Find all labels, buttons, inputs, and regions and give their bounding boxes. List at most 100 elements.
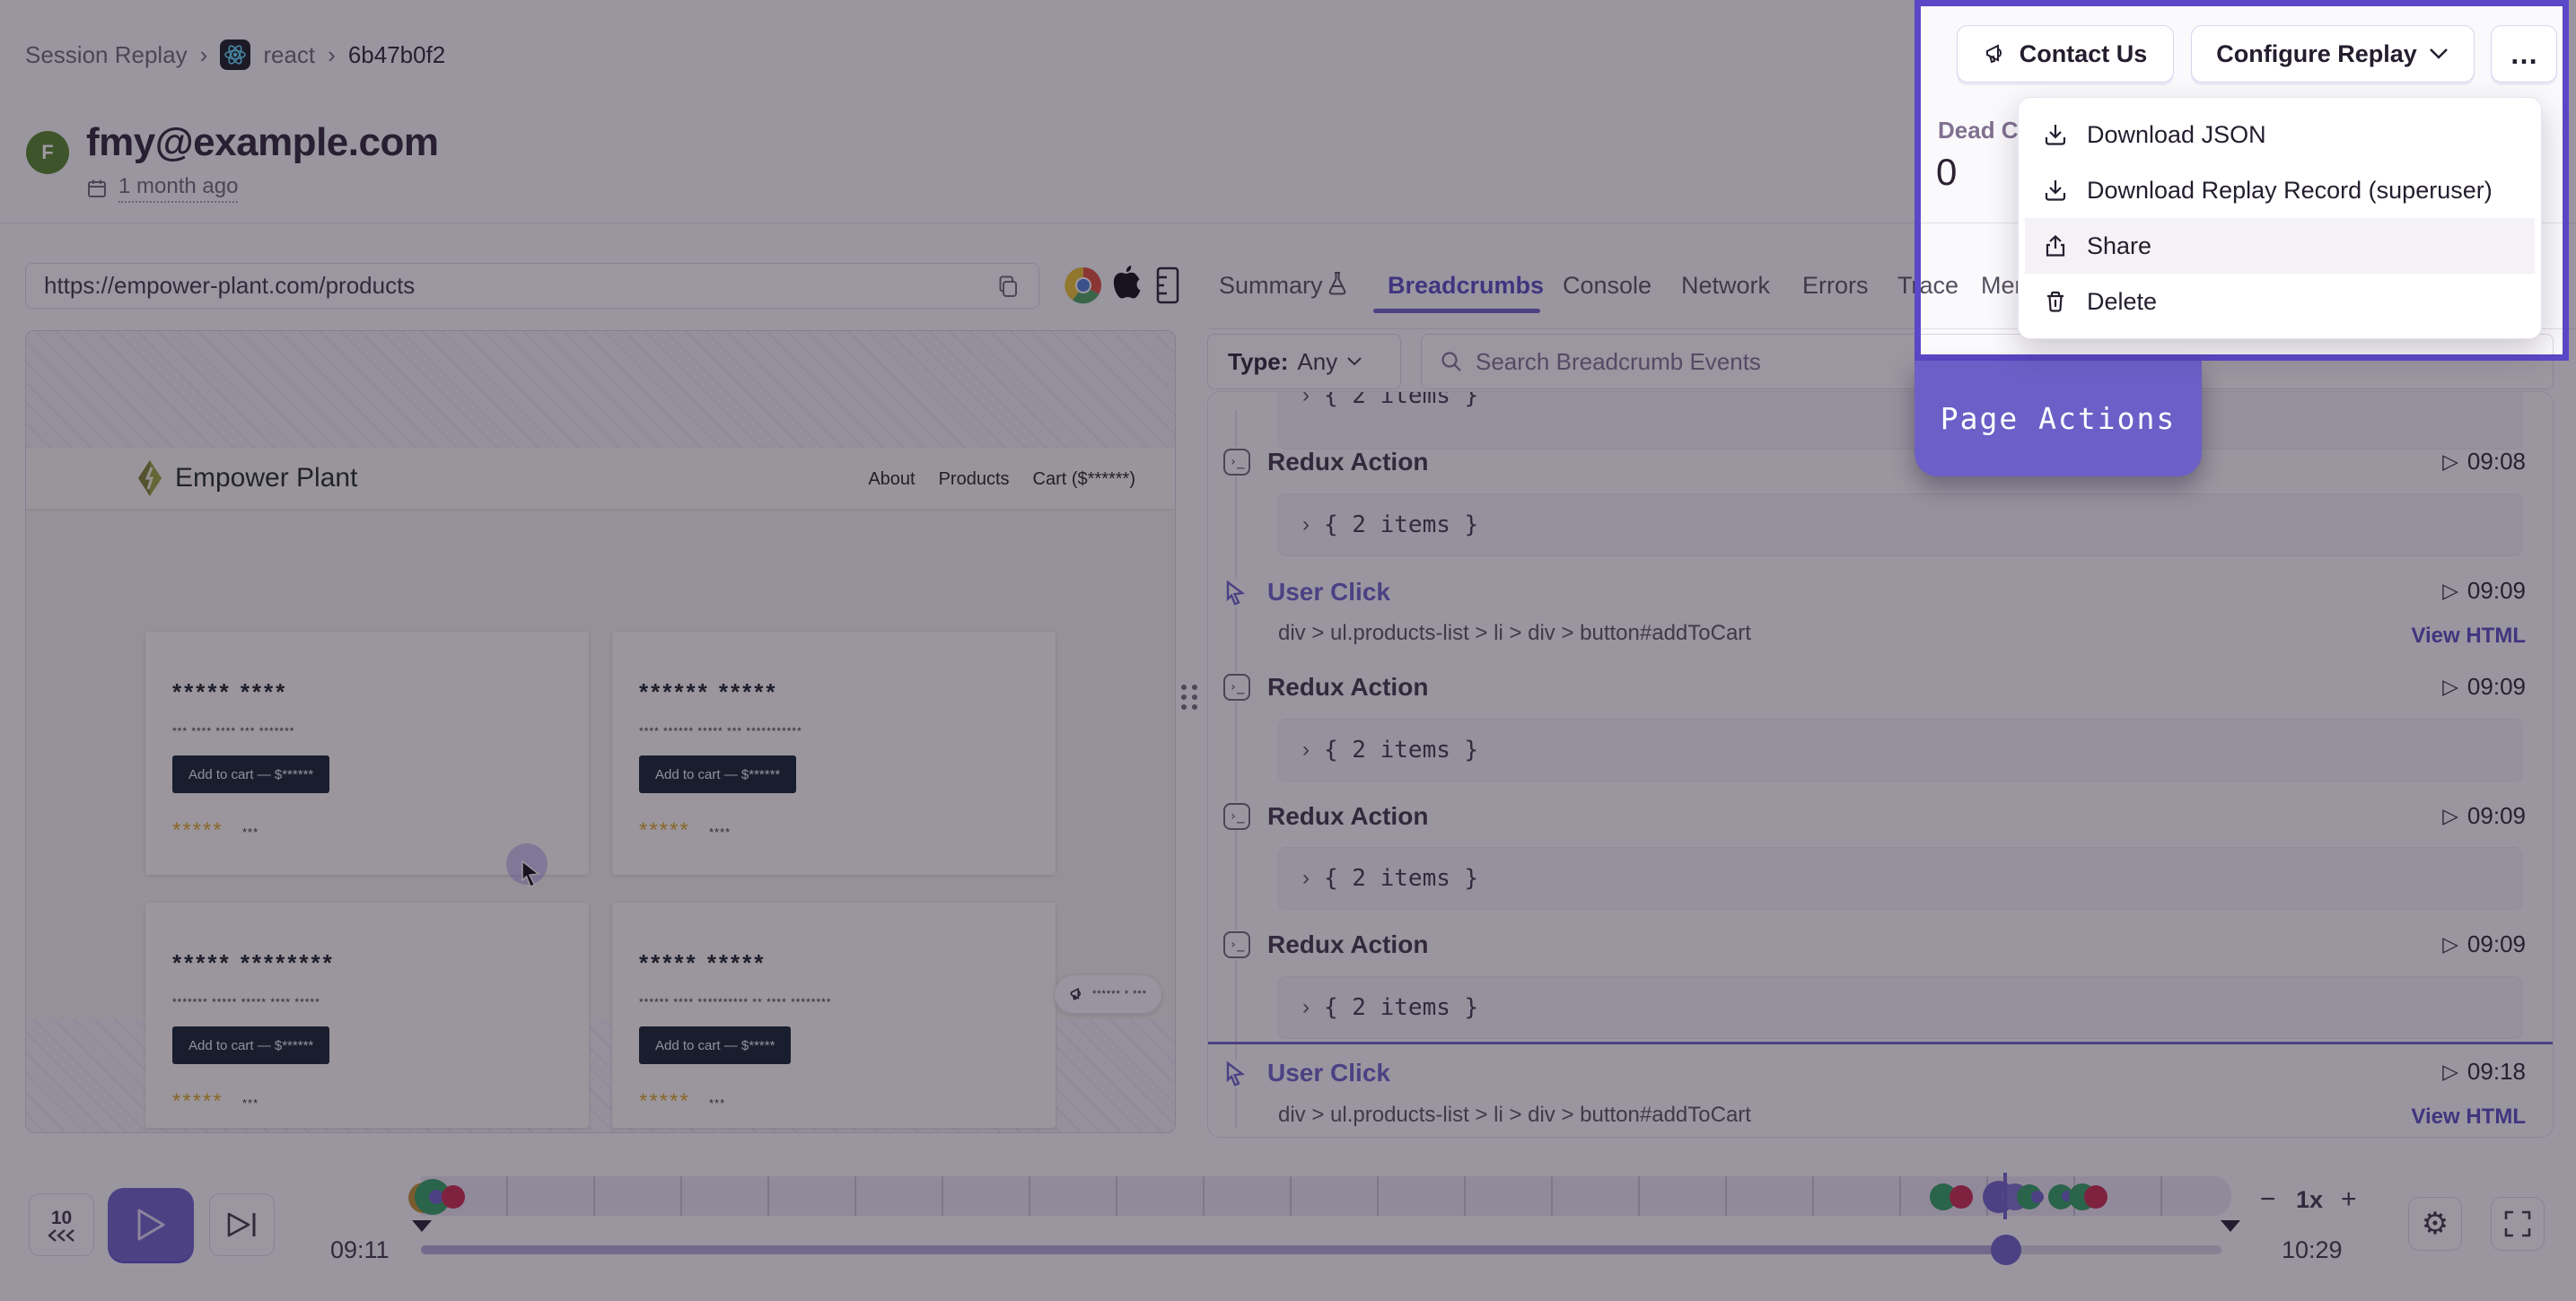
type-filter-dropdown[interactable]: Type: Any — [1207, 334, 1401, 389]
product-desc: *** **** **** *** ******* — [172, 725, 295, 738]
play-button[interactable] — [108, 1188, 194, 1262]
site-title: Empower Plant — [175, 463, 358, 493]
settings-button[interactable]: ⚙ — [2408, 1197, 2462, 1251]
event-code-block[interactable]: › { 2 items } — [1278, 493, 2522, 556]
viewport-size-icon — [1154, 266, 1181, 305]
breadcrumb: Session Replay › react › 6b47b0f2 — [25, 39, 445, 70]
play-from-here-icon[interactable]: ▷ — [2442, 450, 2458, 474]
event-title[interactable]: User Click — [1267, 1059, 1390, 1087]
next-breadcrumb-button[interactable] — [209, 1193, 275, 1256]
site-nav-products: Products — [938, 469, 1010, 489]
menu-item-download-json[interactable]: Download JSON — [2019, 107, 2541, 162]
share-icon — [2046, 235, 2065, 257]
product-desc: ****** **** ********** ** **** ******** — [639, 996, 832, 1008]
product-reviews: **** — [709, 825, 732, 839]
product-card: ***** ***** ****** **** ********** ** **… — [612, 903, 1056, 1128]
speed-value[interactable]: 1x — [2296, 1186, 2323, 1214]
product-stars: ***** — [172, 818, 223, 843]
event-timestamp[interactable]: ▷ 09:08 — [2442, 448, 2526, 476]
event-timestamp[interactable]: ▷ 09:09 — [2442, 802, 2526, 830]
add-to-cart-button: Add to cart — $***** — [639, 1026, 792, 1064]
timeline-event-dot[interactable] — [2084, 1185, 2107, 1209]
breadcrumb-separator: › — [328, 40, 336, 68]
fullscreen-button[interactable] — [2491, 1197, 2545, 1251]
menu-item-delete[interactable]: Delete — [2019, 274, 2541, 329]
timeline-event-dot[interactable] — [442, 1185, 465, 1209]
panel-resize-handle[interactable] — [1181, 685, 1201, 715]
event-code: { 2 items } — [1324, 994, 1479, 1021]
tab-trace[interactable]: Trace — [1897, 272, 1958, 300]
event-timestamp[interactable]: ▷ 09:09 — [2442, 930, 2526, 958]
apple-os-icon — [1109, 262, 1145, 305]
breadcrumb-project[interactable]: react — [263, 41, 315, 69]
breadcrumb-session-replay[interactable]: Session Replay — [25, 41, 188, 69]
timeline-marker-icon[interactable] — [412, 1220, 432, 1232]
replay-url-bar: https://empower-plant.com/products — [25, 263, 1039, 309]
event-code-block[interactable]: › { 2 items } — [1278, 719, 2522, 781]
contact-us-button[interactable]: Contact Us — [1957, 25, 2174, 83]
add-to-cart-button: Add to cart — $****** — [639, 755, 797, 793]
skip-next-icon — [227, 1212, 255, 1237]
speed-decrease-button[interactable]: − — [2260, 1184, 2276, 1215]
tour-tooltip-label: Page Actions — [1940, 401, 2177, 436]
play-from-here-icon[interactable]: ▷ — [2442, 676, 2458, 699]
empower-plant-logo-icon — [137, 458, 162, 498]
product-card: ***** **** *** **** **** *** ******* Add… — [145, 632, 589, 875]
seek-slider-handle[interactable] — [1991, 1235, 2021, 1265]
download-icon — [2045, 180, 2066, 201]
view-html-link[interactable]: View HTML — [2411, 1105, 2526, 1130]
play-from-here-icon[interactable]: ▷ — [2442, 805, 2458, 828]
chevron-down-icon — [2429, 48, 2448, 59]
menu-item-download-replay-record[interactable]: Download Replay Record (superuser) — [2019, 162, 2541, 218]
event-code-block[interactable]: › { 2 items } — [1278, 976, 2522, 1039]
event-code: { 2 items } — [1324, 865, 1479, 892]
feedback-widget: ****** * *** — [1054, 974, 1162, 1014]
react-project-icon — [220, 39, 251, 70]
tab-network[interactable]: Network — [1681, 272, 1770, 300]
rewind-10s-button[interactable]: 10 — [29, 1193, 94, 1256]
feedback-widget-label: ****** * *** — [1092, 989, 1147, 1000]
redux-action-icon: ›_ — [1222, 673, 1251, 702]
speed-increase-button[interactable]: + — [2341, 1184, 2357, 1215]
event-timestamp[interactable]: ▷ 09:09 — [2442, 673, 2526, 701]
play-from-here-icon[interactable]: ▷ — [2442, 580, 2458, 603]
copy-icon[interactable] — [995, 274, 1021, 299]
tab-console[interactable]: Console — [1563, 272, 1652, 300]
timeline-event-dot[interactable] — [1950, 1185, 1973, 1209]
play-icon — [137, 1209, 165, 1241]
menu-item-share[interactable]: Share — [2025, 218, 2535, 274]
product-stars: ***** — [172, 1089, 223, 1113]
more-actions-button[interactable]: … — [2491, 25, 2557, 83]
play-from-here-icon[interactable]: ▷ — [2442, 933, 2458, 956]
breadcrumb-separator: › — [199, 40, 208, 68]
timeline-marker-icon[interactable] — [2221, 1220, 2240, 1232]
event-title[interactable]: User Click — [1267, 578, 1390, 607]
configure-replay-button[interactable]: Configure Replay — [2191, 25, 2475, 83]
search-icon — [1441, 352, 1461, 371]
product-desc: **** ****** ***** *** *********** — [639, 725, 802, 738]
timeline-event-dot[interactable] — [2031, 1191, 2044, 1203]
megaphone-icon — [1070, 987, 1082, 1000]
event-timestamp[interactable]: ▷ 09:18 — [2442, 1058, 2526, 1086]
site-nav-about: About — [868, 469, 916, 489]
tab-summary[interactable]: Summary — [1219, 272, 1323, 300]
current-time-label: 09:11 — [330, 1236, 390, 1263]
menu-item-label: Download Replay Record (superuser) — [2087, 176, 2493, 204]
tab-errors[interactable]: Errors — [1802, 272, 1869, 300]
configure-replay-label: Configure Replay — [2216, 39, 2417, 67]
play-from-here-icon[interactable]: ▷ — [2442, 1061, 2458, 1084]
chrome-browser-icon — [1065, 266, 1102, 304]
view-html-link[interactable]: View HTML — [2411, 624, 2526, 649]
event-title: Redux Action — [1267, 448, 1429, 476]
user-click-cursor-icon — [1222, 579, 1251, 607]
event-code-block[interactable]: › { 2 items } — [1278, 392, 2522, 450]
event-timestamp[interactable]: ▷ 09:09 — [2442, 577, 2526, 605]
menu-item-label: Share — [2087, 231, 2152, 259]
menu-item-label: Download JSON — [2087, 120, 2266, 148]
user-click-cursor-icon — [1222, 1060, 1251, 1088]
event-code-block[interactable]: › { 2 items } — [1278, 847, 2522, 910]
time-ago-label[interactable]: 1 month ago — [118, 174, 239, 203]
tab-breadcrumbs[interactable]: Breadcrumbs — [1388, 272, 1544, 300]
event-title: Redux Action — [1267, 802, 1429, 830]
event-title: Redux Action — [1267, 673, 1429, 701]
